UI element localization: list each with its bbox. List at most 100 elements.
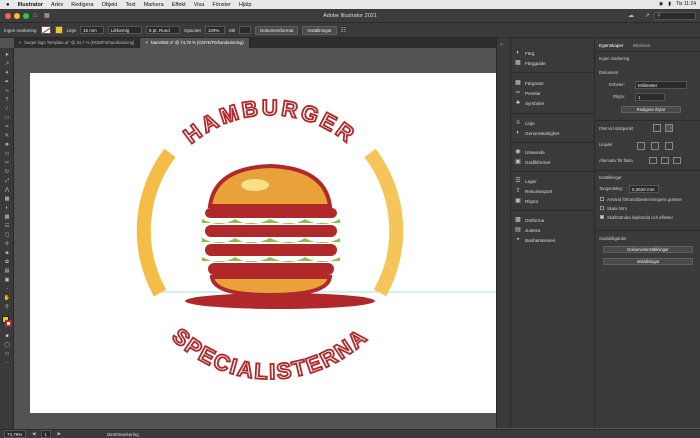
snap-option-1-icon[interactable]	[649, 157, 657, 164]
zoom-field[interactable]: 74,79%	[4, 430, 26, 438]
magic-wand-tool-icon[interactable]: ✦	[3, 70, 11, 76]
prev-artboard-icon[interactable]: ◀	[32, 431, 35, 437]
hand-tool-icon[interactable]: ✋	[3, 295, 11, 301]
panel-swatches[interactable]: ▦ Färgrutor	[515, 80, 544, 86]
panel-stroke[interactable]: ≡ Linje	[515, 120, 534, 126]
mesh-tool-icon[interactable]: ☷	[3, 223, 11, 229]
menu-markera[interactable]: Markera	[144, 2, 164, 8]
color-mode-icon[interactable]: ■	[3, 333, 11, 339]
screen-mode-icon[interactable]: ▭	[3, 351, 11, 357]
tab-close-icon[interactable]: ×	[145, 40, 147, 46]
pencil-tool-icon[interactable]: ✎	[3, 133, 11, 139]
rulers-icon[interactable]	[637, 142, 645, 150]
paintbrush-tool-icon[interactable]: ✑	[3, 124, 11, 130]
panel-graphic-styles[interactable]: ▣ Grafikformer	[515, 159, 550, 165]
type-tool-icon[interactable]: T	[3, 97, 11, 103]
edit-artboards-button[interactable]: Redigera ritytor	[621, 106, 681, 113]
shape-builder-tool-icon[interactable]: ◐	[3, 205, 11, 211]
panel-transparency[interactable]: ◐ Genomskinlighet	[515, 130, 559, 136]
battery-icon[interactable]: ▮	[668, 1, 671, 7]
panel-pathfinder[interactable]: ◓ Banhanteraren	[515, 237, 555, 243]
checkbox-preview-bounds[interactable]	[600, 197, 604, 201]
key-increment-field[interactable]: 0,3528 mm	[629, 185, 659, 193]
snap-option-3-icon[interactable]	[673, 157, 681, 164]
panel-asset-export[interactable]: ⇧ Resursexport	[515, 188, 552, 194]
panel-transform[interactable]: ▩ Omforma	[515, 217, 544, 223]
blend-tool-icon[interactable]: ◈	[3, 250, 11, 256]
menu-text[interactable]: Text	[125, 2, 135, 8]
curvature-tool-icon[interactable]: ∿	[3, 88, 11, 94]
checkbox-scale-corners[interactable]	[600, 206, 604, 210]
direct-selection-tool-icon[interactable]: ↗	[3, 61, 11, 67]
tab-namnlost[interactable]: × Namnlöst-1* @ 74,79 % (CMYK/Förhandsvi…	[140, 38, 250, 48]
arrange-icon[interactable]: ☷	[341, 27, 346, 34]
scale-tool-icon[interactable]: ⤢	[3, 178, 11, 184]
artboard-tool-icon[interactable]: ▣	[3, 277, 11, 283]
checkbox-scale-strokes[interactable]	[600, 215, 604, 219]
column-graph-tool-icon[interactable]: ▤	[3, 268, 11, 274]
units-select[interactable]: Millimeter	[635, 81, 687, 89]
width-tool-icon[interactable]: ⋀	[3, 187, 11, 193]
more-tools-icon[interactable]: ⋯	[3, 360, 11, 366]
snap-grid-icon[interactable]	[665, 124, 673, 132]
shaper-tool-icon[interactable]: ❖	[3, 142, 11, 148]
menu-visa[interactable]: Visa	[194, 2, 205, 8]
rectangle-tool-icon[interactable]: □	[3, 115, 11, 121]
menu-fonster[interactable]: Fönster	[212, 2, 231, 8]
tab-properties[interactable]: Egenskaper	[599, 43, 624, 48]
scissors-tool-icon[interactable]: ✂	[3, 160, 11, 166]
zoom-tool-icon[interactable]: ⚲	[3, 304, 11, 310]
panel-color-guide[interactable]: ▦ Färgguide	[515, 60, 546, 66]
line-tool-icon[interactable]: ∕	[3, 106, 11, 112]
panel-align[interactable]: ▤ Justera	[515, 227, 540, 233]
guides-icon[interactable]	[665, 142, 673, 150]
stroke-swatch[interactable]	[54, 26, 63, 34]
pen-tool-icon[interactable]: ✒	[3, 79, 11, 85]
panel-layers[interactable]: ☰ Lager	[515, 178, 536, 184]
brush-select[interactable]: 5 pt. Rund	[146, 26, 181, 34]
symbol-sprayer-tool-icon[interactable]: ✿	[3, 259, 11, 265]
preferences-panel-button[interactable]: Inställningar	[603, 258, 693, 265]
apple-icon[interactable]: ●	[6, 2, 10, 8]
style-swatch[interactable]	[239, 26, 252, 34]
menu-app[interactable]: Illustrator	[18, 2, 43, 8]
artboard-number-field[interactable]: 1	[41, 430, 52, 438]
slice-tool-icon[interactable]: ◦	[3, 286, 11, 292]
snap-point-icon[interactable]	[653, 124, 661, 132]
menu-objekt[interactable]: Objekt	[102, 2, 118, 8]
menu-hjalp[interactable]: Hjälp	[239, 2, 252, 8]
wifi-icon[interactable]: ◉	[659, 1, 663, 7]
stroke-profile-select[interactable]: Likformig	[108, 26, 143, 34]
grid-icon[interactable]	[651, 142, 659, 150]
eyedropper-tool-icon[interactable]: ⚲	[3, 241, 11, 247]
tab-libraries[interactable]: Bibliotek	[633, 43, 650, 48]
panel-artboards[interactable]: ▣ Ritytor	[515, 198, 538, 204]
selection-tool-icon[interactable]: ➤	[3, 52, 11, 58]
tab-burger-logo[interactable]: × burger logo Template.ai* @ 34,7 % (RGB…	[14, 38, 141, 48]
artboard-select[interactable]: 1	[635, 93, 665, 101]
panel-color[interactable]: ◐ Färg	[515, 50, 534, 56]
document-setup-button[interactable]: Dokumentformat	[255, 25, 299, 35]
perspective-grid-tool-icon[interactable]: ▦	[3, 214, 11, 220]
gradient-tool-icon[interactable]: ▢	[3, 232, 11, 238]
free-transform-tool-icon[interactable]: ▩	[3, 196, 11, 202]
panel-symbols[interactable]: ♣ Symboler	[515, 100, 544, 106]
rotate-tool-icon[interactable]: ↻	[3, 169, 11, 175]
clock[interactable]: Tis 11:24	[676, 1, 696, 7]
tab-close-icon[interactable]: ×	[19, 40, 21, 46]
artboard[interactable]: HAMBURGER SPECIALISTERNA	[30, 73, 500, 413]
menu-effekt[interactable]: Effekt	[172, 2, 186, 8]
opacity-field[interactable]: 100%	[204, 26, 225, 34]
next-artboard-icon[interactable]: ▶	[57, 431, 60, 437]
draw-mode-icon[interactable]: ◯	[3, 342, 11, 348]
stroke-weight-field[interactable]: 15 mm	[80, 26, 105, 34]
panel-brushes[interactable]: ✑ Penslar	[515, 90, 540, 96]
panel-appearance[interactable]: ◉ Utseende	[515, 149, 544, 155]
document-settings-button[interactable]: Dokumentinställningar	[603, 246, 693, 253]
stroke-color-swatch[interactable]	[5, 320, 12, 327]
menu-arkiv[interactable]: Arkiv	[51, 2, 63, 8]
snap-option-2-icon[interactable]	[661, 157, 669, 164]
eraser-tool-icon[interactable]: ▭	[3, 151, 11, 157]
collapse-icon[interactable]: »	[500, 42, 503, 48]
preferences-button[interactable]: Inställningar	[302, 25, 337, 35]
